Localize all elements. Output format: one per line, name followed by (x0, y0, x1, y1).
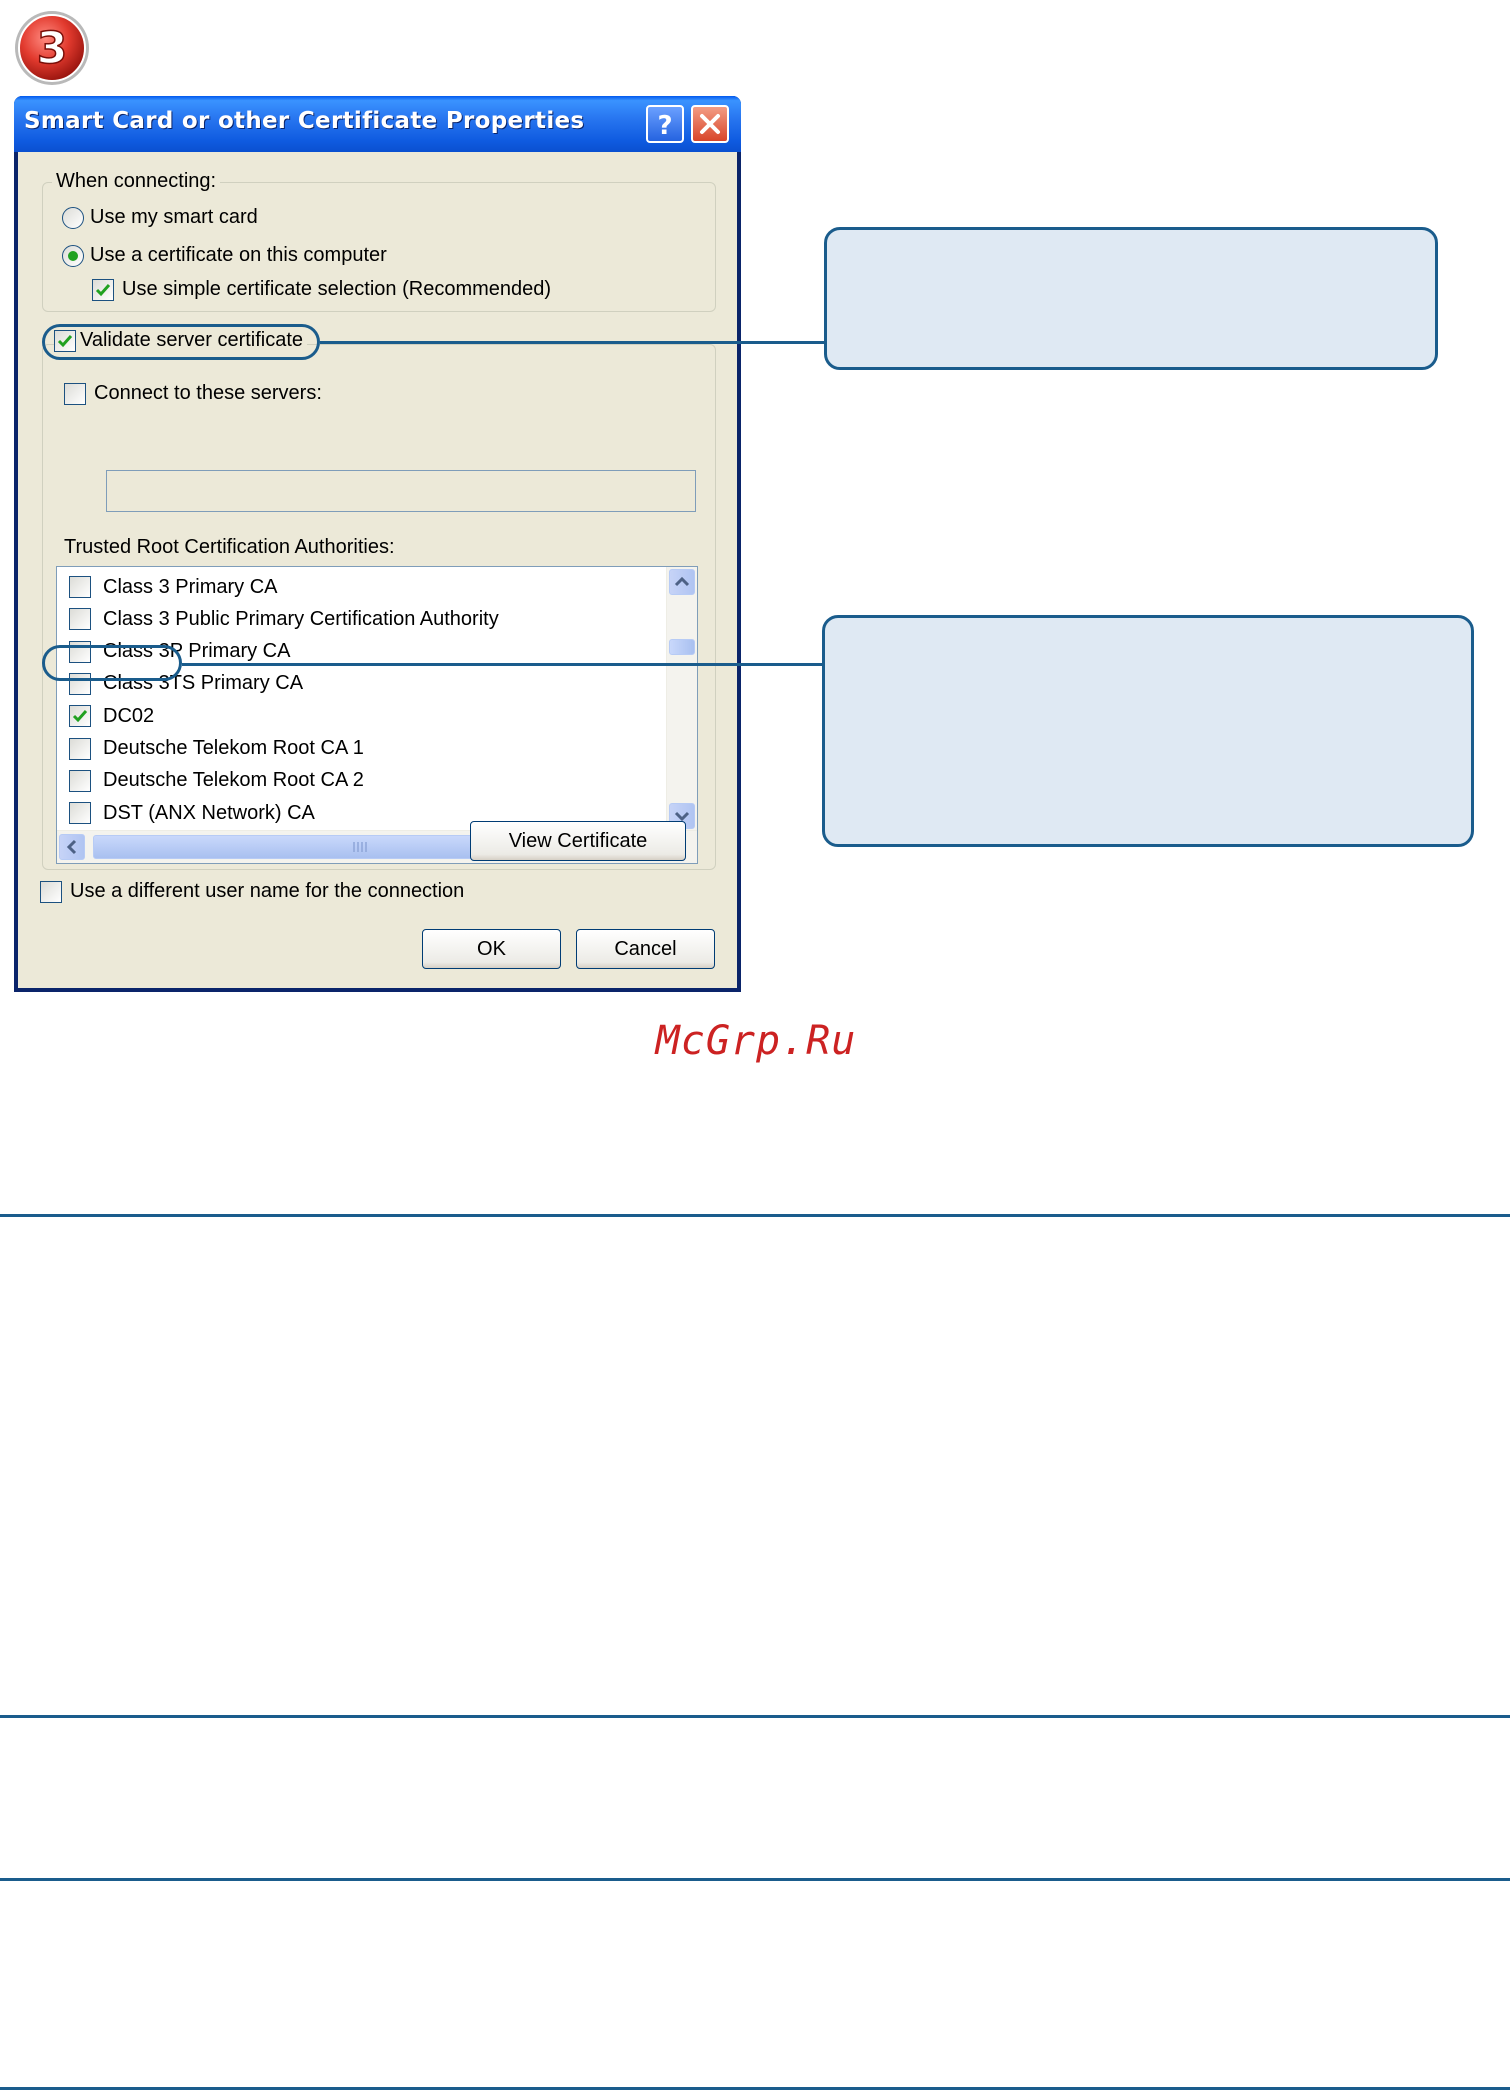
vertical-scrollbar[interactable] (666, 567, 697, 831)
checkmark-icon (72, 710, 88, 723)
radio-button[interactable] (62, 206, 84, 229)
use-certificate-radio[interactable]: Use a certificate on this computer (62, 244, 387, 267)
list-item[interactable]: Class 3 Public Primary Certification Aut… (69, 603, 499, 635)
dialog-titlebar[interactable]: Smart Card or other Certificate Properti… (14, 96, 741, 152)
list-item[interactable]: DC02 (69, 700, 154, 732)
divider-rule (0, 1214, 1510, 1217)
chevron-up-icon (674, 576, 690, 587)
trusted-roots-list[interactable]: Class 3 Primary CA Class 3 Public Primary… (56, 566, 698, 864)
scroll-left-button[interactable] (59, 834, 85, 860)
use-certificate-label: Use a certificate on this computer (90, 244, 387, 266)
list-item-label: Class 3 Public Primary Certification Aut… (103, 607, 499, 630)
view-certificate-button[interactable]: View Certificate (470, 821, 686, 861)
checkbox[interactable] (69, 608, 91, 631)
simple-selection-checkbox[interactable]: Use simple certificate selection (Recomm… (92, 278, 551, 301)
simple-selection-label: Use simple certificate selection (Recomm… (122, 278, 552, 300)
connect-to-servers-checkbox[interactable]: Connect to these servers: (64, 382, 322, 405)
checkbox[interactable] (69, 705, 91, 728)
scroll-up-button[interactable] (669, 569, 695, 595)
different-user-name-checkbox[interactable]: Use a different user name for the connec… (40, 880, 464, 903)
checkbox[interactable] (69, 737, 91, 760)
checkbox[interactable] (92, 278, 114, 301)
connect-to-servers-label: Connect to these servers: (94, 382, 322, 404)
list-item-label: DC02 (103, 704, 155, 727)
use-smart-card-radio[interactable]: Use my smart card (62, 206, 258, 229)
divider-rule (0, 2087, 1510, 2090)
list-item-label: Deutsche Telekom Root CA 2 (103, 769, 364, 792)
radio-button-selected[interactable] (62, 244, 84, 267)
help-button[interactable]: ? (646, 105, 684, 143)
checkbox[interactable] (40, 880, 62, 903)
list-item-label: Class 3 Primary CA (103, 575, 278, 598)
cancel-button[interactable]: Cancel (576, 929, 715, 969)
chevron-left-icon (66, 839, 77, 855)
dialog-title: Smart Card or other Certificate Properti… (24, 108, 585, 134)
dc02-callout-box (822, 615, 1474, 847)
dialog-client-area: When connecting: Use my smart card Use a… (18, 152, 737, 988)
checkbox[interactable] (69, 802, 91, 825)
different-user-name-label: Use a different user name for the connec… (70, 880, 465, 902)
certificate-properties-dialog: Smart Card or other Certificate Properti… (14, 96, 741, 992)
vertical-scroll-thumb[interactable] (669, 639, 695, 655)
trusted-roots-label: Trusted Root Certification Authorities: (64, 536, 395, 558)
help-icon: ? (657, 111, 672, 141)
checkbox[interactable] (64, 382, 86, 405)
list-item-label: Deutsche Telekom Root CA 1 (103, 737, 364, 759)
dc02-connector (182, 663, 824, 666)
divider-rule (0, 1878, 1510, 1881)
when-connecting-label: When connecting: (52, 170, 221, 193)
validate-callout-box (824, 227, 1438, 370)
use-smart-card-label: Use my smart card (90, 206, 258, 228)
validate-highlight (42, 324, 320, 360)
validate-connector (320, 341, 826, 344)
step-number-badge: 3 (12, 8, 92, 88)
divider-rule (0, 1715, 1510, 1718)
dc02-highlight (42, 645, 182, 681)
close-button[interactable] (691, 105, 729, 143)
list-item[interactable]: DST (ANX Network) CA (69, 797, 315, 829)
checkbox[interactable] (69, 576, 91, 598)
close-icon (700, 114, 720, 134)
servers-input[interactable] (106, 470, 696, 512)
list-item[interactable]: Deutsche Telekom Root CA 2 (69, 765, 364, 797)
list-item-label: DST (ANX Network) CA (103, 801, 315, 824)
ok-button[interactable]: OK (422, 929, 561, 969)
checkmark-icon (95, 283, 111, 296)
watermark: McGrp.Ru (655, 1018, 857, 1064)
list-item[interactable]: Class 3 Primary CA (69, 571, 277, 603)
checkbox[interactable] (69, 769, 91, 792)
list-item[interactable]: Deutsche Telekom Root CA 1 (69, 733, 364, 765)
step-number: 3 (37, 23, 68, 74)
